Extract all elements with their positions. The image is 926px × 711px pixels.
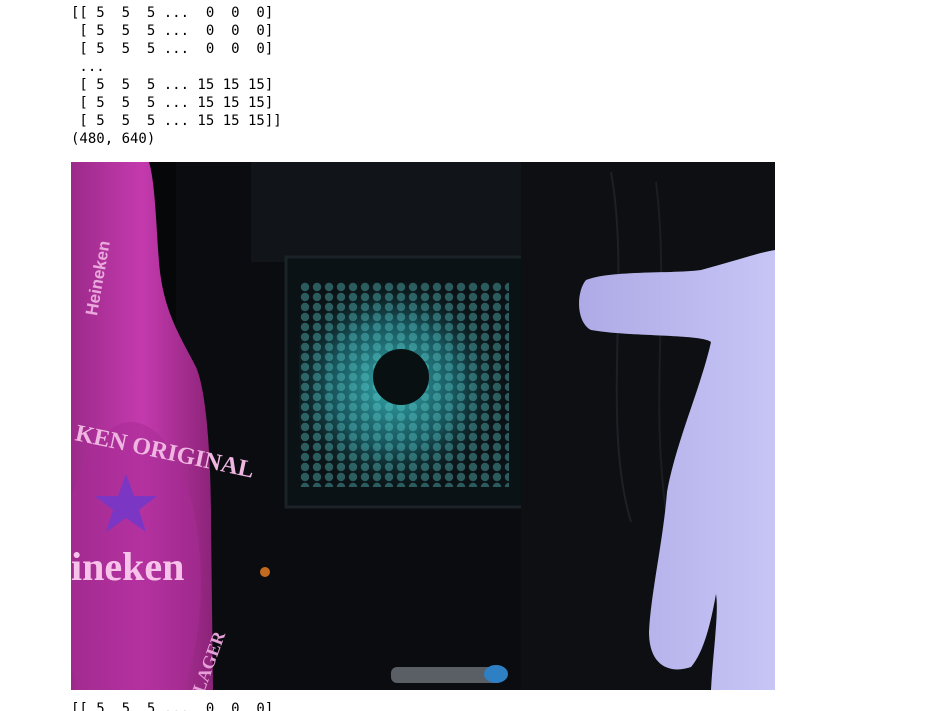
array-line: [ 5 5 5 ... 15 15 15]	[71, 77, 274, 93]
segmentation-overlay-image: Heineken KEN ORIGINAL ineken LAGER	[71, 162, 775, 690]
array-line: [ 5 5 5 ... 15 15 15]]	[71, 113, 282, 129]
array-line: [ 5 5 5 ... 0 0 0]	[71, 23, 274, 39]
shape-output: (480, 640)	[71, 131, 156, 147]
array-line: [[ 5 5 5 ... 0 0 0]	[71, 5, 274, 21]
array-print-output: [[ 5 5 5 ... 0 0 0] [ 5 5 5 ... 0 0 0] […	[71, 4, 282, 148]
array-line: ...	[71, 59, 105, 75]
bottle-brand-text: ineken	[71, 544, 184, 589]
array-line: [[ 5 5 5 ... 0 0 0]	[71, 701, 274, 711]
marker-cap	[484, 665, 508, 683]
notebook-output: [[ 5 5 5 ... 0 0 0] [ 5 5 5 ... 0 0 0] […	[0, 0, 926, 711]
array-line: [ 5 5 5 ... 0 0 0]	[71, 41, 274, 57]
case-fan-glow	[299, 282, 509, 487]
array-print-output-next: [[ 5 5 5 ... 0 0 0]	[71, 700, 273, 711]
small-orange-dot	[260, 567, 270, 577]
array-line: [ 5 5 5 ... 15 15 15]	[71, 95, 274, 111]
